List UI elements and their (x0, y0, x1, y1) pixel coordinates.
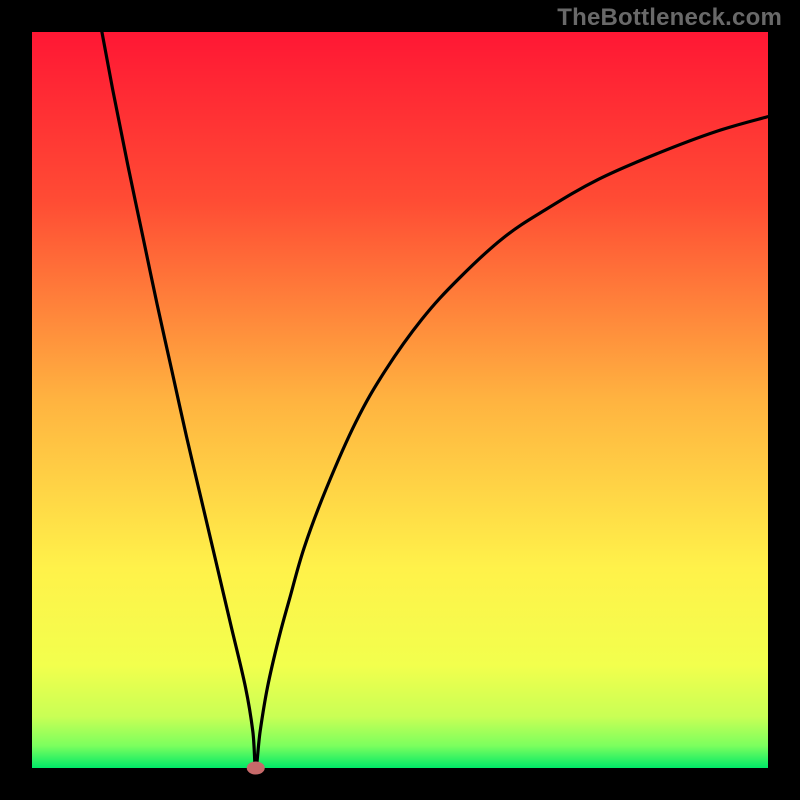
watermark-text: TheBottleneck.com (557, 4, 782, 32)
minimum-dot (247, 762, 265, 775)
plot-background (32, 32, 768, 768)
bottleneck-chart (0, 0, 800, 800)
chart-frame: { "watermark": "TheBottleneck.com", "col… (0, 0, 800, 800)
